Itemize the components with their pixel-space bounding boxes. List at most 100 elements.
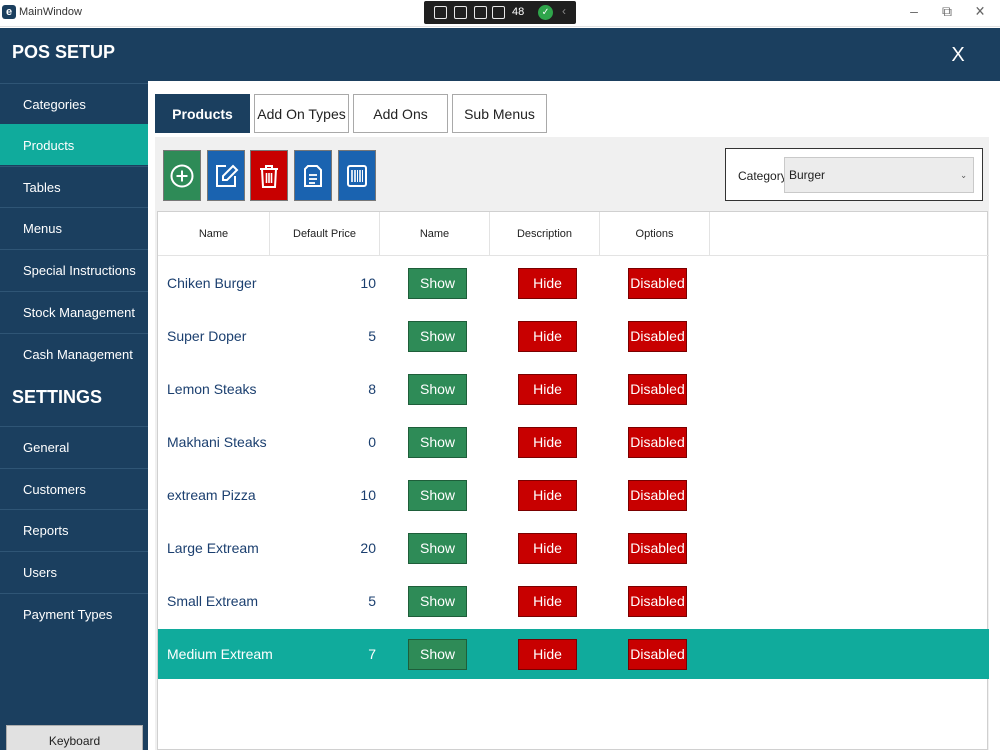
chevron-left-icon[interactable]: ‹ — [562, 4, 566, 18]
edit-button[interactable] — [207, 150, 245, 201]
product-price: 10 — [360, 487, 376, 503]
edit-icon — [216, 164, 239, 187]
minimize-button[interactable]: – — [904, 3, 924, 19]
product-name: Medium Extream — [167, 646, 273, 662]
select-element-icon[interactable] — [454, 6, 467, 19]
sidebar-item-cash-management[interactable]: Cash Management — [0, 333, 148, 374]
product-price: 7 — [368, 646, 376, 662]
category-select[interactable]: Burger ⌄ — [784, 157, 974, 193]
product-name: Large Extream — [167, 540, 259, 556]
options-disabled-button[interactable]: Disabled — [628, 480, 687, 511]
show-button[interactable]: Show — [408, 374, 467, 405]
sidebar-item-products[interactable]: Products — [0, 124, 148, 165]
hide-button[interactable]: Hide — [518, 639, 577, 670]
live-tree-icon[interactable] — [434, 6, 447, 19]
copy-button[interactable] — [294, 150, 332, 201]
column-header-description[interactable]: Description — [490, 212, 600, 256]
product-price: 0 — [368, 434, 376, 450]
options-disabled-button[interactable]: Disabled — [628, 533, 687, 564]
sidebar-item-payment-types[interactable]: Payment Types — [0, 593, 148, 634]
settings-section-title: SETTINGS — [12, 387, 103, 407]
window-close-button[interactable]: ✕ — [970, 3, 990, 20]
track-focus-icon[interactable] — [492, 6, 505, 19]
table-row[interactable]: Super Doper 5 Show Hide Disabled — [158, 311, 989, 361]
category-label: Category: — [738, 169, 791, 183]
page-title: POS SETUP — [12, 42, 116, 62]
hide-button[interactable]: Hide — [518, 533, 577, 564]
sidebar-item-special-instructions[interactable]: Special Instructions — [0, 249, 148, 290]
column-header-name[interactable]: Name — [158, 212, 270, 256]
tab-add-on-types[interactable]: Add On Types — [254, 94, 349, 133]
sidebar-item-tables[interactable]: Tables — [0, 166, 148, 207]
product-price: 10 — [360, 275, 376, 291]
options-disabled-button[interactable]: Disabled — [628, 321, 687, 352]
table-row[interactable]: Makhani Steaks 0 Show Hide Disabled — [158, 417, 989, 467]
plus-circle-icon — [170, 164, 194, 187]
document-icon — [304, 164, 322, 187]
products-panel: Category: Burger ⌄ Name Default Price Na… — [155, 137, 989, 750]
window-title: MainWindow — [19, 6, 82, 18]
product-price: 8 — [368, 381, 376, 397]
product-price: 20 — [360, 540, 376, 556]
grid-header: Name Default Price Name Description Opti… — [158, 212, 989, 256]
table-row-selected[interactable]: Medium Extream 7 Show Hide Disabled — [158, 629, 989, 679]
binding-failures-count[interactable]: 48 — [512, 6, 524, 18]
column-header-default-price[interactable]: Default Price — [270, 212, 380, 256]
product-name: Lemon Steaks — [167, 381, 257, 397]
chevron-down-icon: ⌄ — [960, 170, 967, 180]
column-header-name-visibility[interactable]: Name — [380, 212, 490, 256]
close-button[interactable]: X — [946, 44, 970, 67]
sidebar-item-users[interactable]: Users — [0, 551, 148, 592]
sidebar-item-categories[interactable]: Categories — [0, 83, 148, 124]
sidebar-item-general[interactable]: General — [0, 426, 148, 467]
table-row[interactable]: extream Pizza 10 Show Hide Disabled — [158, 470, 989, 520]
sidebar-item-reports[interactable]: Reports — [0, 509, 148, 550]
show-button[interactable]: Show — [408, 321, 467, 352]
column-header-options[interactable]: Options — [600, 212, 710, 256]
hide-button[interactable]: Hide — [518, 427, 577, 458]
product-name: extream Pizza — [167, 487, 256, 503]
restore-button[interactable]: ⧉ — [937, 3, 957, 20]
product-name: Makhani Steaks — [167, 434, 267, 450]
show-button[interactable]: Show — [408, 639, 467, 670]
check-circle-icon[interactable]: ✓ — [538, 5, 553, 20]
barcode-button[interactable] — [338, 150, 376, 201]
product-name: Chiken Burger — [167, 275, 257, 291]
trash-icon — [260, 164, 278, 188]
table-row[interactable]: Lemon Steaks 8 Show Hide Disabled — [158, 364, 989, 414]
table-row[interactable]: Chiken Burger 10 Show Hide Disabled — [158, 258, 989, 308]
tab-sub-menus[interactable]: Sub Menus — [452, 94, 547, 133]
add-button[interactable] — [163, 150, 201, 201]
show-button[interactable]: Show — [408, 480, 467, 511]
keyboard-button[interactable]: Keyboard — [6, 725, 143, 750]
tab-add-ons[interactable]: Add Ons — [353, 94, 448, 133]
tab-products[interactable]: Products — [155, 94, 250, 133]
show-button[interactable]: Show — [408, 533, 467, 564]
delete-button[interactable] — [250, 150, 288, 201]
product-name: Small Extream — [167, 593, 259, 609]
hide-button[interactable]: Hide — [518, 268, 577, 299]
sidebar-item-customers[interactable]: Customers — [0, 468, 148, 509]
options-disabled-button[interactable]: Disabled — [628, 427, 687, 458]
hide-button[interactable]: Hide — [518, 374, 577, 405]
options-disabled-button[interactable]: Disabled — [628, 639, 687, 670]
table-row[interactable]: Small Extream 5 Show Hide Disabled — [158, 576, 989, 626]
show-button[interactable]: Show — [408, 268, 467, 299]
hide-button[interactable]: Hide — [518, 586, 577, 617]
display-layout-icon[interactable] — [474, 6, 487, 19]
hide-button[interactable]: Hide — [518, 480, 577, 511]
options-disabled-button[interactable]: Disabled — [628, 374, 687, 405]
products-grid: Name Default Price Name Description Opti… — [157, 211, 989, 750]
window-titlebar: e MainWindow 48 ✓ ‹ – ⧉ ✕ — [0, 0, 1000, 27]
table-row[interactable]: Large Extream 20 Show Hide Disabled — [158, 523, 989, 573]
options-disabled-button[interactable]: Disabled — [628, 586, 687, 617]
app-icon: e — [2, 5, 16, 19]
show-button[interactable]: Show — [408, 427, 467, 458]
app-header: POS SETUP X — [0, 28, 1000, 81]
sidebar-item-menus[interactable]: Menus — [0, 207, 148, 248]
sidebar: Categories Products Tables Menus Special… — [0, 81, 148, 750]
options-disabled-button[interactable]: Disabled — [628, 268, 687, 299]
hide-button[interactable]: Hide — [518, 321, 577, 352]
sidebar-item-stock-management[interactable]: Stock Management — [0, 291, 148, 332]
show-button[interactable]: Show — [408, 586, 467, 617]
